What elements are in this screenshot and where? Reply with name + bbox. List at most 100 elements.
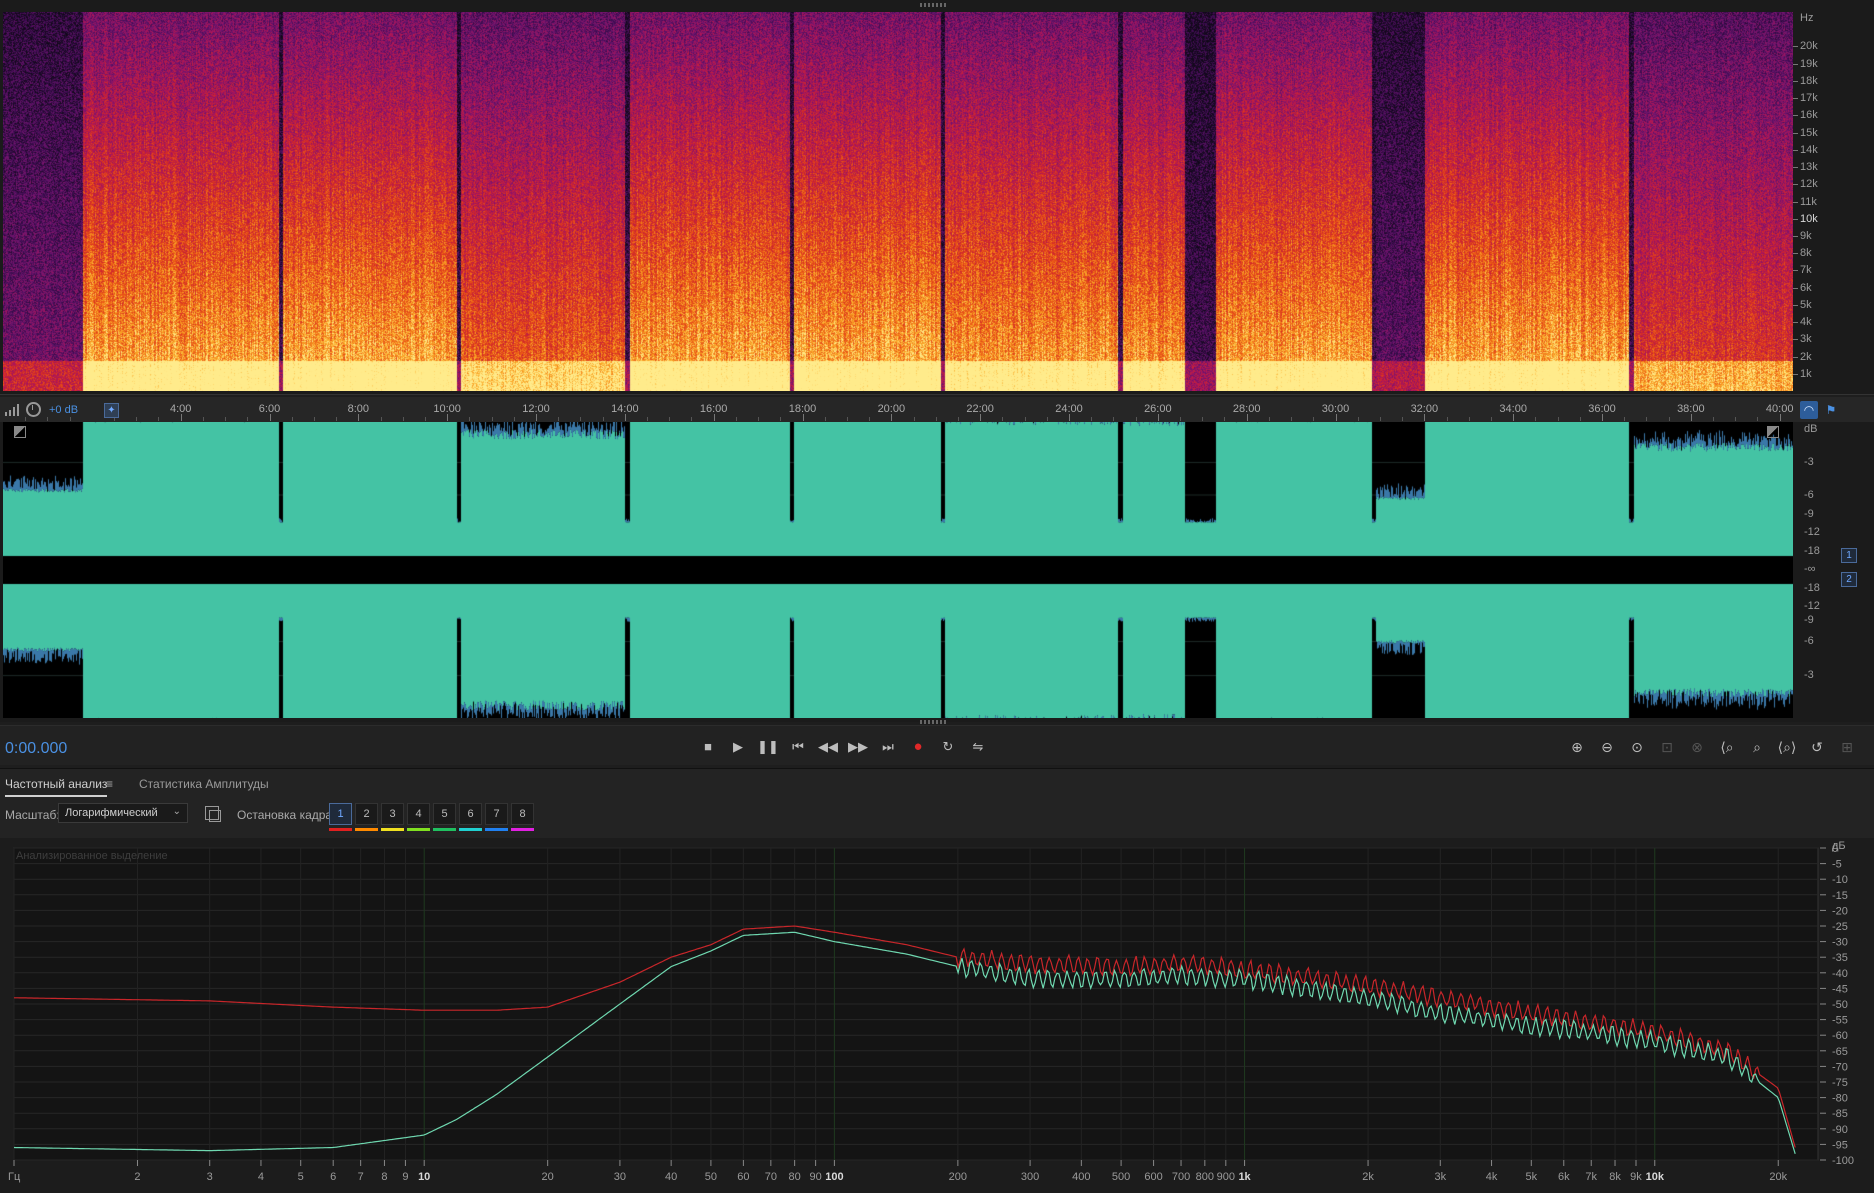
gain-value[interactable]: +0 dB bbox=[49, 404, 78, 416]
play-icon[interactable]: ▶ bbox=[727, 736, 749, 758]
time-minor-tick bbox=[824, 417, 826, 421]
hold-frame-button-4[interactable]: 4 bbox=[407, 803, 430, 825]
snapshot-icon[interactable] bbox=[205, 806, 221, 822]
x-tick-label: 10k bbox=[1646, 1171, 1665, 1183]
marker-icon[interactable]: ⚑ bbox=[1822, 401, 1840, 419]
x-tick-label: 20 bbox=[542, 1171, 554, 1183]
zoom-center-icon[interactable]: ⊗ bbox=[1685, 736, 1709, 758]
clock-icon[interactable] bbox=[26, 402, 41, 417]
x-tick-label: 4k bbox=[1486, 1171, 1498, 1183]
x-tick-label: 60 bbox=[737, 1171, 749, 1183]
zoom-out-amplitude-icon[interactable]: ⊖ bbox=[1595, 736, 1619, 758]
hold-frame-button-2[interactable]: 2 bbox=[355, 803, 378, 825]
y-axis-label: дБ bbox=[1832, 840, 1846, 852]
frequency-analysis-plot[interactable]: 0 -5 -10 -15 -20 -25 -30 -35 -40 -45 -50 -55 -60 -65-… bbox=[0, 838, 1874, 1193]
pause-icon[interactable]: ❚❚ bbox=[757, 736, 779, 758]
hold-frame-button-7[interactable]: 7 bbox=[485, 803, 508, 825]
spectral-unit-label: Hz bbox=[1800, 12, 1814, 24]
scale-dropdown-value: Логарифмический bbox=[65, 807, 158, 819]
hold-frame-button-3[interactable]: 3 bbox=[381, 803, 404, 825]
hold-frame-button-5[interactable]: 5 bbox=[433, 803, 456, 825]
skip-selection-icon[interactable]: ⇋ bbox=[967, 736, 989, 758]
time-minor-tick bbox=[1002, 417, 1004, 421]
hz-label: 7k bbox=[1800, 264, 1812, 277]
rewind-icon[interactable]: ◀◀ bbox=[817, 736, 839, 758]
time-minor-tick bbox=[669, 417, 671, 421]
time-minor-tick bbox=[1135, 417, 1137, 421]
zoom-in-time-icon[interactable]: ⌕ bbox=[1745, 736, 1769, 758]
y-tick-label: -40 bbox=[1832, 968, 1848, 980]
hz-tick bbox=[1793, 270, 1798, 272]
time-tick bbox=[269, 414, 271, 421]
fast-forward-icon[interactable]: ▶▶ bbox=[847, 736, 869, 758]
loop-icon[interactable]: ↻ bbox=[937, 736, 959, 758]
waveform-canvas[interactable] bbox=[3, 422, 1793, 718]
hz-tick bbox=[1793, 132, 1798, 134]
waveform-resize-grip[interactable] bbox=[920, 720, 946, 724]
y-tick-label: -45 bbox=[1832, 983, 1848, 995]
time-minor-tick bbox=[402, 417, 404, 421]
x-tick-label: Гц bbox=[8, 1171, 21, 1183]
fade-out-handle-icon[interactable] bbox=[1767, 426, 1779, 438]
channel-1-toggle[interactable]: 1 bbox=[1841, 548, 1857, 563]
zoom-fit-icon[interactable]: ⊞ bbox=[1835, 736, 1859, 758]
x-tick-label: 4 bbox=[258, 1171, 264, 1183]
hz-label: 15k bbox=[1800, 126, 1818, 139]
time-minor-tick bbox=[158, 417, 160, 421]
hold-frame-button-1[interactable]: 1 bbox=[329, 803, 352, 825]
time-minor-tick bbox=[1713, 417, 1715, 421]
db-label: -9 bbox=[1804, 507, 1814, 520]
hold-frame-color-4 bbox=[407, 828, 430, 831]
y-tick-label: -55 bbox=[1832, 1015, 1848, 1027]
meter-icon[interactable] bbox=[4, 404, 20, 416]
time-minor-tick bbox=[47, 417, 49, 421]
time-minor-tick bbox=[1468, 417, 1470, 421]
time-tick bbox=[1069, 414, 1070, 421]
zoom-full-icon[interactable]: ⟨⌕⟩ bbox=[1775, 736, 1799, 758]
hold-frame-button-8[interactable]: 8 bbox=[511, 803, 534, 825]
channel-2-toggle[interactable]: 2 bbox=[1841, 572, 1857, 587]
x-tick-label: 600 bbox=[1144, 1171, 1162, 1183]
tab-frequency-analysis[interactable]: Частотный анализ bbox=[5, 777, 108, 797]
time-tick bbox=[802, 414, 804, 421]
time-minor-tick bbox=[1446, 417, 1448, 421]
time-ruler[interactable]: 4:00 6:00 8:00 10:00 12:00 14:00 16:00 18:00 20:… bbox=[0, 397, 1874, 422]
time-minor-tick bbox=[1579, 417, 1581, 421]
zoom-reset-icon[interactable]: ⊙ bbox=[1625, 736, 1649, 758]
zoom-in-amplitude-icon[interactable]: ⊕ bbox=[1565, 736, 1589, 758]
time-minor-tick bbox=[380, 417, 382, 421]
headphones-icon[interactable]: ◠ bbox=[1800, 401, 1818, 419]
hz-tick bbox=[1793, 322, 1798, 324]
spectral-resize-grip[interactable] bbox=[920, 3, 946, 7]
time-minor-tick bbox=[1490, 417, 1492, 421]
y-tick-label: -65 bbox=[1832, 1046, 1848, 1058]
time-tick bbox=[891, 414, 893, 421]
pin-icon[interactable]: ✦ bbox=[104, 403, 119, 418]
waveform-view[interactable]: dB -3 -6 -9 -12 -18 -∞ -18 -12 -9 -6 -3 1 2 bbox=[0, 422, 1874, 722]
hz-tick bbox=[1793, 304, 1798, 306]
hold-frame-color-8 bbox=[511, 828, 534, 831]
hz-label: 4k bbox=[1800, 316, 1812, 329]
current-time-display[interactable]: 0:00.000 bbox=[5, 740, 67, 758]
fade-in-handle-icon[interactable] bbox=[14, 426, 26, 438]
time-minor-tick bbox=[735, 417, 737, 421]
zoom-restore-icon[interactable]: ↺ bbox=[1805, 736, 1829, 758]
spectral-view[interactable]: Hz 20k 19k 18k 17k 16k 15k 14k 13k 12k 11k 10k 9k 8k… bbox=[0, 0, 1874, 395]
y-tick-label: -80 bbox=[1832, 1093, 1848, 1105]
time-minor-tick bbox=[25, 417, 27, 421]
time-minor-tick bbox=[1180, 417, 1182, 421]
go-to-end-icon[interactable]: ⏭ bbox=[877, 736, 899, 758]
spectrogram-canvas[interactable] bbox=[3, 12, 1793, 391]
x-tick-label: 40 bbox=[665, 1171, 677, 1183]
panel-menu-icon[interactable]: ≡ bbox=[106, 777, 113, 791]
go-to-start-icon[interactable]: ⏮ bbox=[787, 736, 809, 758]
stop-icon[interactable]: ■ bbox=[697, 736, 719, 758]
zoom-left-icon[interactable]: ⟨⌕ bbox=[1715, 736, 1739, 758]
tab-amplitude-statistics[interactable]: Статистика Амплитуды bbox=[139, 777, 269, 791]
zoom-selection-icon[interactable]: ⊡ bbox=[1655, 736, 1679, 758]
record-icon[interactable]: ● bbox=[907, 736, 929, 758]
db-label: -9 bbox=[1804, 614, 1814, 627]
scale-dropdown[interactable]: Логарифмический ⌄ bbox=[58, 803, 188, 823]
hz-label: 10k bbox=[1800, 212, 1818, 225]
hold-frame-button-6[interactable]: 6 bbox=[459, 803, 482, 825]
